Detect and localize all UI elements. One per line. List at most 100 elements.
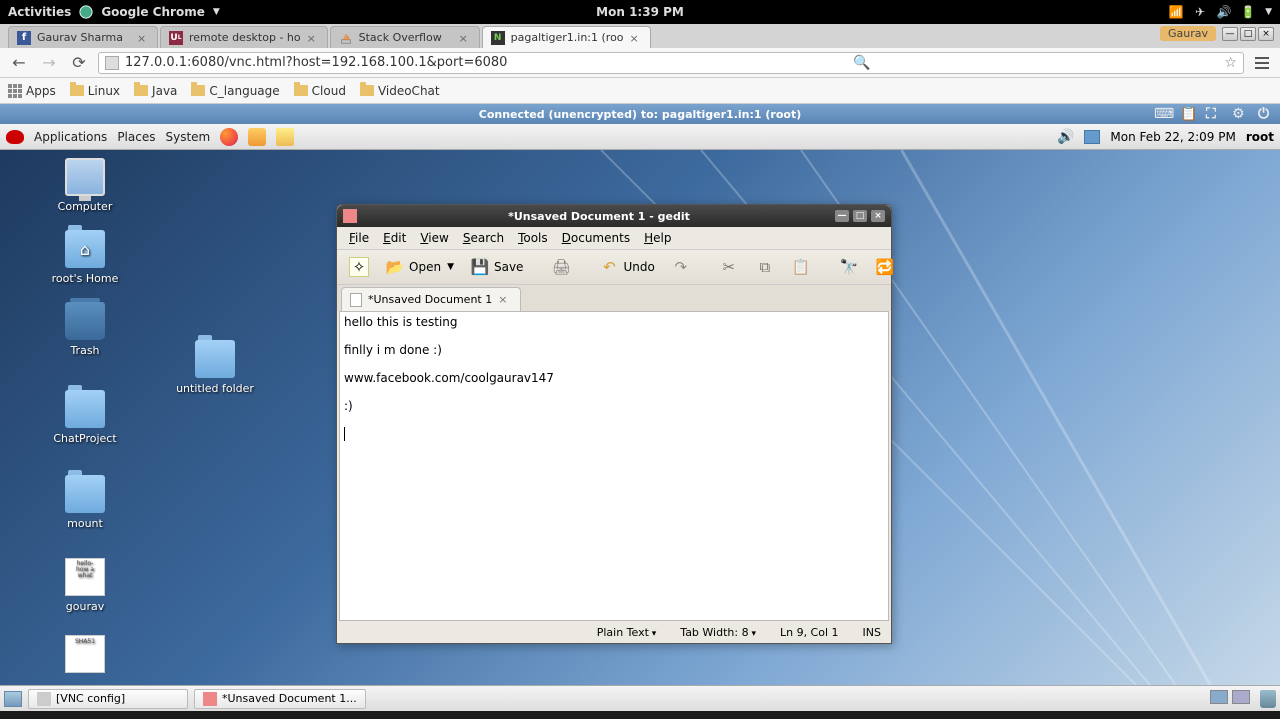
host-clock[interactable]: Mon 1:39 PM: [596, 5, 684, 19]
remote-network-icon[interactable]: [1084, 130, 1100, 144]
active-app-name[interactable]: Google Chrome: [101, 5, 205, 19]
print-button[interactable]: 🖨: [545, 253, 577, 281]
battery-icon[interactable]: 🔋: [1241, 5, 1255, 19]
distro-icon[interactable]: [6, 130, 24, 144]
chrome-menu-button[interactable]: [1252, 57, 1272, 69]
gedit-window[interactable]: *Unsaved Document 1 - gedit — □ × File E…: [336, 204, 892, 644]
vnc-disconnect-icon[interactable]: ⏻: [1258, 106, 1274, 122]
remote-clock[interactable]: Mon Feb 22, 2:09 PM: [1110, 130, 1235, 144]
desktop-icon-gourav[interactable]: hello- how a whatgourav: [40, 558, 130, 613]
browser-tab-3[interactable]: Stack Overflow ×: [330, 26, 480, 48]
desktop-icon-sha51[interactable]: SHA51: [40, 635, 130, 677]
bookmark-java[interactable]: Java: [134, 84, 177, 98]
gedit-menubar: File Edit View Search Tools Documents He…: [337, 227, 891, 249]
vnc-settings-icon[interactable]: ⚙: [1232, 106, 1248, 122]
find-button[interactable]: 🔭: [833, 253, 865, 281]
workspace-2[interactable]: [1232, 690, 1250, 704]
menu-file[interactable]: File: [343, 229, 375, 247]
vnc-clipboard-icon[interactable]: 📋: [1180, 106, 1196, 122]
workspace-1[interactable]: [1210, 690, 1228, 704]
document-tab[interactable]: *Unsaved Document 1 ×: [341, 287, 521, 311]
address-bar[interactable]: 127.0.0.1:6080/vnc.html?host=192.168.100…: [98, 52, 1244, 74]
applications-menu[interactable]: Applications: [34, 130, 107, 144]
desktop-icon-untitled[interactable]: untitled folder: [170, 340, 260, 395]
activities-button[interactable]: Activities: [8, 5, 71, 19]
browser-tab-4[interactable]: N pagaltiger1.in:1 (roo ×: [482, 26, 651, 48]
firefox-launcher[interactable]: [220, 128, 238, 146]
menu-help[interactable]: Help: [638, 229, 677, 247]
open-button[interactable]: 📂Open▼: [379, 253, 460, 281]
copy-icon: ⧉: [755, 257, 775, 277]
vnc-status-banner: Connected (unencrypted) to: pagaltiger1.…: [0, 104, 1280, 124]
status-cursor-pos: Ln 9, Col 1: [780, 626, 839, 639]
cut-button[interactable]: ✂: [713, 253, 745, 281]
save-button[interactable]: 💾Save: [464, 253, 529, 281]
back-button[interactable]: ←: [8, 52, 30, 74]
bookmark-star-icon[interactable]: ☆: [1224, 55, 1237, 71]
menu-tools[interactable]: Tools: [512, 229, 554, 247]
gedit-close[interactable]: ×: [871, 210, 885, 222]
remote-volume-icon[interactable]: 🔊: [1057, 129, 1074, 145]
find-replace-icon: 🔁: [875, 257, 895, 277]
status-tabwidth[interactable]: Tab Width: 8: [680, 626, 756, 639]
taskbar-entry-vnc[interactable]: [VNC config]: [28, 689, 188, 709]
bookmark-cloud[interactable]: Cloud: [294, 84, 346, 98]
tab-close-icon[interactable]: ×: [630, 32, 642, 44]
menu-view[interactable]: View: [414, 229, 454, 247]
paste-button[interactable]: 📋: [785, 253, 817, 281]
airplane-icon[interactable]: ✈: [1193, 5, 1207, 19]
vnc-fullscreen-icon[interactable]: ⛶: [1206, 106, 1222, 122]
window-maximize[interactable]: □: [1240, 27, 1256, 41]
url-search-icon[interactable]: 🔍: [853, 55, 870, 71]
evolution-launcher[interactable]: [248, 128, 266, 146]
network-icon[interactable]: 📶: [1169, 5, 1183, 19]
desktop-icon-trash[interactable]: Trash: [40, 302, 130, 357]
trash-applet[interactable]: [1260, 690, 1276, 708]
status-insert-mode: INS: [863, 626, 881, 639]
remote-bottom-panel: [VNC config] *Unsaved Document 1...: [0, 685, 1280, 711]
remote-desktop-area[interactable]: Computer ⌂root's Home Trash ChatProject …: [0, 150, 1280, 685]
remote-user[interactable]: root: [1246, 130, 1274, 144]
chrome-profile-badge[interactable]: Gaurav: [1160, 26, 1216, 41]
bookmark-c-language[interactable]: C_language: [191, 84, 279, 98]
site-info-icon[interactable]: [105, 56, 119, 70]
notes-launcher[interactable]: [276, 128, 294, 146]
redo-button[interactable]: ↷: [665, 253, 697, 281]
gedit-minimize[interactable]: —: [835, 210, 849, 222]
system-menu[interactable]: System: [165, 130, 210, 144]
gedit-maximize[interactable]: □: [853, 210, 867, 222]
menu-edit[interactable]: Edit: [377, 229, 412, 247]
gedit-titlebar[interactable]: *Unsaved Document 1 - gedit — □ ×: [337, 205, 891, 227]
gedit-text-area[interactable]: hello this is testing finlly i m done :)…: [339, 311, 889, 621]
tab-close-icon[interactable]: ×: [307, 32, 319, 44]
bookmark-videochat[interactable]: VideoChat: [360, 84, 440, 98]
reload-button[interactable]: ⟳: [68, 52, 90, 74]
undo-button[interactable]: ↶Undo: [593, 253, 660, 281]
taskbar-entry-gedit[interactable]: *Unsaved Document 1...: [194, 689, 366, 709]
vnc-keyboard-icon[interactable]: ⌨: [1154, 106, 1170, 122]
browser-tab-2[interactable]: UL remote desktop - ho ×: [160, 26, 328, 48]
desktop-icon-chatproject[interactable]: ChatProject: [40, 390, 130, 445]
binoculars-icon: 🔭: [839, 257, 859, 277]
find-replace-button[interactable]: 🔁: [869, 253, 901, 281]
tab-close-icon[interactable]: ×: [137, 32, 149, 44]
desktop-icon-home[interactable]: ⌂root's Home: [40, 230, 130, 285]
show-desktop-button[interactable]: [4, 691, 22, 707]
desktop-icon-mount[interactable]: mount: [40, 475, 130, 530]
menu-documents[interactable]: Documents: [556, 229, 636, 247]
menu-search[interactable]: Search: [457, 229, 510, 247]
forward-button[interactable]: →: [38, 52, 60, 74]
apps-bookmark[interactable]: Apps: [8, 84, 56, 98]
new-button[interactable]: ✧: [343, 253, 375, 281]
volume-icon[interactable]: 🔊: [1217, 5, 1231, 19]
document-tab-close[interactable]: ×: [498, 293, 512, 307]
copy-button[interactable]: ⧉: [749, 253, 781, 281]
places-menu[interactable]: Places: [117, 130, 155, 144]
window-minimize[interactable]: —: [1222, 27, 1238, 41]
desktop-icon-computer[interactable]: Computer: [40, 158, 130, 213]
window-close[interactable]: ×: [1258, 27, 1274, 41]
browser-tab-1[interactable]: f Gaurav Sharma ×: [8, 26, 158, 48]
tab-close-icon[interactable]: ×: [459, 32, 471, 44]
bookmark-linux[interactable]: Linux: [70, 84, 120, 98]
status-language[interactable]: Plain Text: [597, 626, 657, 639]
